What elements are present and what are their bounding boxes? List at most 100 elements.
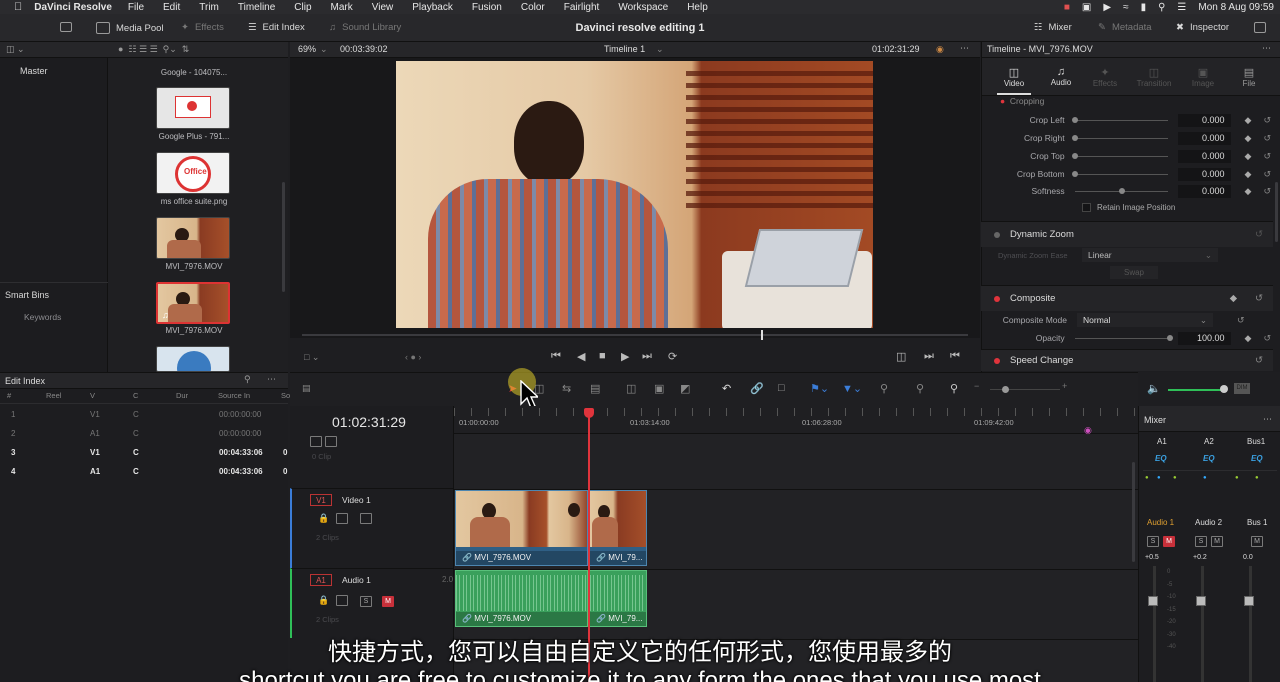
reset-icon[interactable]: ↺ (1263, 333, 1271, 344)
crop-bottom-value[interactable]: 0.000 (1177, 167, 1231, 181)
speed-change-toggle-icon[interactable] (994, 357, 1000, 364)
retain-image-position[interactable]: Retain Image Position (1082, 203, 1175, 212)
keyframe-icon[interactable]: ◆ (1245, 115, 1252, 126)
more-options-icon[interactable]: ⋯ (267, 374, 276, 385)
mixer-button[interactable]: ☷ Mixer (1034, 22, 1072, 33)
col-c[interactable]: C (133, 391, 138, 400)
keyframe-icon[interactable]: ◆ (1245, 133, 1252, 144)
tab-effects[interactable]: ✦ Effects (1088, 66, 1122, 88)
zoom-slider[interactable] (990, 389, 1060, 390)
fader-audio2[interactable] (1196, 596, 1206, 606)
composite-mode-select[interactable]: Normal ⌄ (1077, 313, 1213, 327)
jog-control[interactable]: ‹ ● › (405, 352, 421, 362)
reset-icon[interactable]: ↺ (1263, 186, 1271, 197)
zoom-out-icon[interactable]: − (974, 381, 979, 391)
opacity-slider[interactable] (1074, 334, 1173, 341)
blade-tool-icon[interactable]: ▤ (590, 382, 600, 395)
dim-button[interactable]: DIM (1234, 383, 1250, 394)
smart-bin-keywords[interactable]: Keywords (24, 312, 61, 322)
dynamic-zoom-toggle-icon[interactable] (994, 231, 1000, 238)
flag-icon[interactable]: ⚑⌄ (810, 382, 829, 395)
video-clip[interactable]: 🔗 MVI_79... (589, 490, 647, 566)
control-center-icon[interactable]: ☰ (1177, 2, 1186, 13)
menu-file[interactable]: File (128, 2, 144, 13)
auto-select-icon[interactable] (336, 595, 348, 608)
menu-workspace[interactable]: Workspace (618, 2, 668, 13)
snapping-icon[interactable]: ↶ (722, 382, 731, 395)
keyframe-icon[interactable]: ◆ (1230, 293, 1237, 304)
menu-mark[interactable]: Mark (331, 2, 353, 13)
stop-icon[interactable]: ■ (599, 350, 606, 362)
go-to-start-icon[interactable]: ⏮ (551, 350, 561, 363)
speed-change-section[interactable]: Speed Change ↺ (981, 349, 1273, 371)
app-menu[interactable]: DaVinci Resolve (34, 2, 112, 13)
table-row[interactable]: 2 A1 C 00:00:00:00 (0, 424, 288, 443)
col-v[interactable]: V (90, 391, 95, 400)
col-num[interactable]: # (7, 391, 11, 400)
wifi-icon[interactable]: ≈ (1123, 2, 1129, 13)
zoom-custom-icon[interactable]: ⚲ (950, 382, 958, 395)
menu-view[interactable]: View (372, 2, 394, 13)
timeline-layout-icon[interactable]: ▤ (302, 383, 311, 394)
reset-icon[interactable]: ↺ (1263, 115, 1271, 126)
mute-button[interactable]: M (382, 596, 394, 607)
keyframe-icon[interactable]: ◆ (1245, 333, 1252, 344)
dynamic-zoom-section[interactable]: Dynamic Zoom ↺ (981, 221, 1273, 247)
menu-playback[interactable]: Playback (412, 2, 453, 13)
mixer-solo-button[interactable]: S (1147, 536, 1159, 547)
clip-thumbnail-app[interactable] (156, 346, 230, 372)
crop-bottom-slider[interactable] (1071, 170, 1168, 177)
crop-right-value[interactable]: 0.000 (1177, 131, 1231, 145)
lock-icon[interactable] (310, 436, 322, 447)
volume-knob[interactable] (1220, 385, 1228, 393)
color-wheel-icon[interactable]: ◉ (936, 44, 944, 55)
fader-audio1[interactable] (1148, 596, 1158, 606)
auto-select-icon[interactable] (336, 513, 348, 526)
opacity-value[interactable]: 100.00 (1177, 331, 1231, 345)
inspector-more-icon[interactable]: ⋯ (1262, 43, 1271, 54)
composite-toggle-icon[interactable] (994, 295, 1000, 302)
dynamic-zoom-ease-select[interactable]: Linear ⌄ (1082, 248, 1218, 262)
panel-toggle-icon[interactable] (60, 22, 72, 32)
video-frame[interactable] (396, 61, 873, 328)
next-edit-icon[interactable]: ⏭ (924, 350, 934, 363)
media-pool-scrollbar[interactable] (282, 182, 285, 292)
mixer-strip-bus1[interactable]: Bus 1 (1247, 518, 1267, 527)
timeline-ruler[interactable]: 01:00:00:00 01:03:14:00 01:06:28:00 01:0… (454, 406, 1138, 435)
zoom-slider-knob[interactable] (1002, 386, 1009, 393)
table-row[interactable]: 3 V1 C 00:04:33:06 0 (0, 443, 288, 462)
zoom-dropdown-icon[interactable]: ⌄ (320, 44, 328, 55)
replace-clip-icon[interactable]: ◩ (680, 382, 690, 395)
reset-icon[interactable]: ↺ (1237, 315, 1245, 326)
track-name-audio1[interactable]: Audio 1 (342, 575, 371, 585)
play-reverse-icon[interactable]: ◀ (577, 350, 585, 363)
keyframe-icon[interactable]: ◆ (1245, 169, 1252, 180)
track-id-v1[interactable]: V1 (310, 494, 332, 506)
disable-track-icon[interactable] (360, 513, 372, 526)
audio-clip[interactable]: 🔗 MVI_7976.MOV (455, 570, 588, 627)
inspector-scrollbar[interactable] (1275, 182, 1278, 242)
dynamic-trim-icon[interactable]: ⇆ (562, 382, 571, 395)
sidebar-toggle-icon[interactable]: ◫ ⌄ (6, 44, 25, 55)
menu-clip[interactable]: Clip (294, 2, 311, 13)
go-to-end-icon[interactable]: ⏭ (642, 350, 652, 363)
lock-icon[interactable]: 🔒 (318, 513, 329, 524)
col-reel[interactable]: Reel (46, 391, 61, 400)
cropping-section-title[interactable]: ● Cropping (1000, 96, 1044, 106)
overwrite-clip-icon[interactable]: ▣ (654, 382, 664, 395)
crop-top-slider[interactable] (1071, 152, 1168, 159)
inspector-button[interactable]: ✖ Inspector (1176, 22, 1229, 33)
view-options-icon[interactable]: □ ⌄ (304, 352, 319, 363)
menu-timeline[interactable]: Timeline (238, 2, 275, 13)
menu-fairlight[interactable]: Fairlight (564, 2, 600, 13)
sound-library-button[interactable]: ♫ Sound Library (329, 22, 401, 33)
display-icon[interactable]: ▣ (1082, 2, 1091, 13)
resolve-status-icon[interactable]: ■ (1064, 2, 1070, 13)
clip-thumbnail-google-plus[interactable] (156, 87, 230, 129)
timeline-timecode[interactable]: 01:02:31:29 (332, 414, 406, 430)
reset-icon[interactable]: ↺ (1263, 169, 1271, 180)
effects-button[interactable]: ✦ Effects (181, 22, 224, 33)
expand-icon[interactable] (1254, 22, 1266, 35)
video-clip[interactable]: 🔗 MVI_7976.MOV (455, 490, 588, 566)
zoom-detail-icon[interactable]: ⚲ (916, 382, 924, 395)
